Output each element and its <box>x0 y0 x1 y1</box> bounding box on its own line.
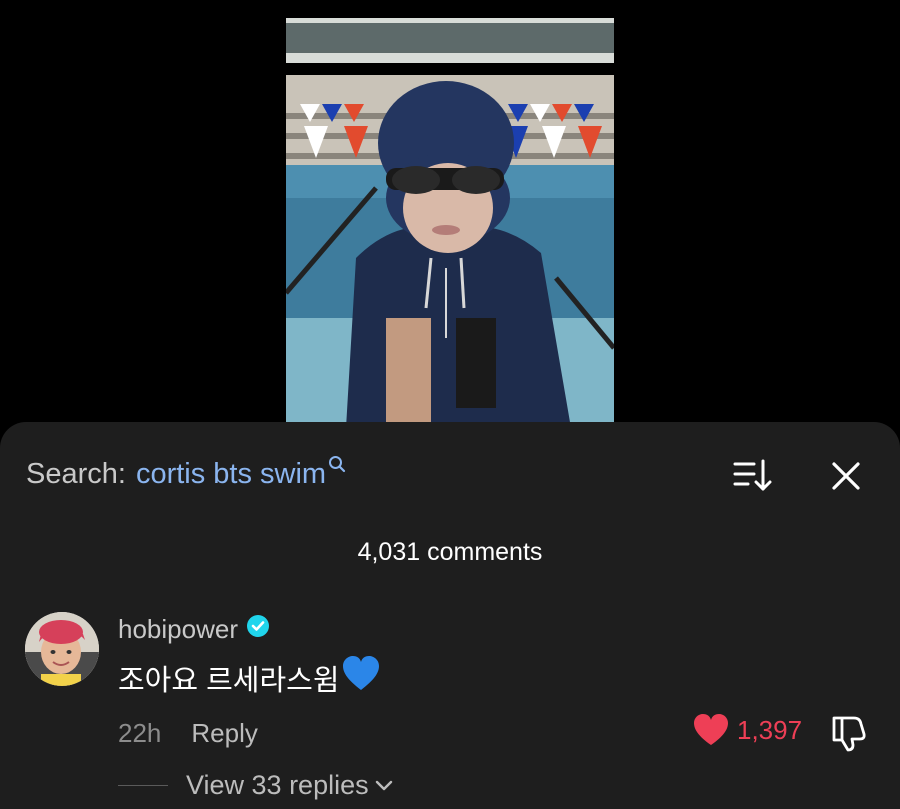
comment-text: 조아요 르세라스윔 <box>118 665 340 697</box>
search-query-link[interactable]: cortis bts swim <box>136 458 326 491</box>
view-replies-button[interactable]: View 33 replies <box>118 770 393 801</box>
search-icon <box>328 448 346 481</box>
comment-username[interactable]: hobipower <box>118 614 270 645</box>
comment-meta: 22h Reply <box>118 718 258 749</box>
like-count: 1,397 <box>737 714 803 745</box>
avatar-image <box>25 612 99 686</box>
dislike-icon <box>832 716 866 752</box>
search-suggestion[interactable]: Search: cortis bts swim <box>26 455 346 492</box>
heart-icon <box>694 714 728 745</box>
avatar[interactable] <box>25 612 99 686</box>
search-prefix: Search: <box>26 457 126 490</box>
verified-badge-icon <box>246 614 270 645</box>
sort-icon <box>733 459 772 491</box>
comment-time: 22h <box>118 718 162 748</box>
replies-divider <box>118 785 168 786</box>
close-button[interactable] <box>826 456 866 496</box>
blue-heart-emoji <box>342 656 380 700</box>
comments-count: 4,031 comments <box>357 538 543 566</box>
reply-button[interactable]: Reply <box>191 718 257 749</box>
video-frame-image <box>286 18 614 428</box>
comment-body: 조아요 르세라스윔 <box>118 656 380 700</box>
comments-sheet: Search: cortis bts swim 4,031 comments h… <box>0 422 900 809</box>
dislike-button[interactable] <box>830 714 868 752</box>
close-icon <box>832 462 860 490</box>
like-button[interactable]: 1,397 <box>693 714 802 746</box>
sort-button[interactable] <box>732 456 774 494</box>
video-preview[interactable] <box>286 18 614 428</box>
username-text: hobipower <box>118 614 238 644</box>
view-replies-label: View 33 replies <box>186 770 369 800</box>
chevron-down-icon <box>375 779 393 797</box>
